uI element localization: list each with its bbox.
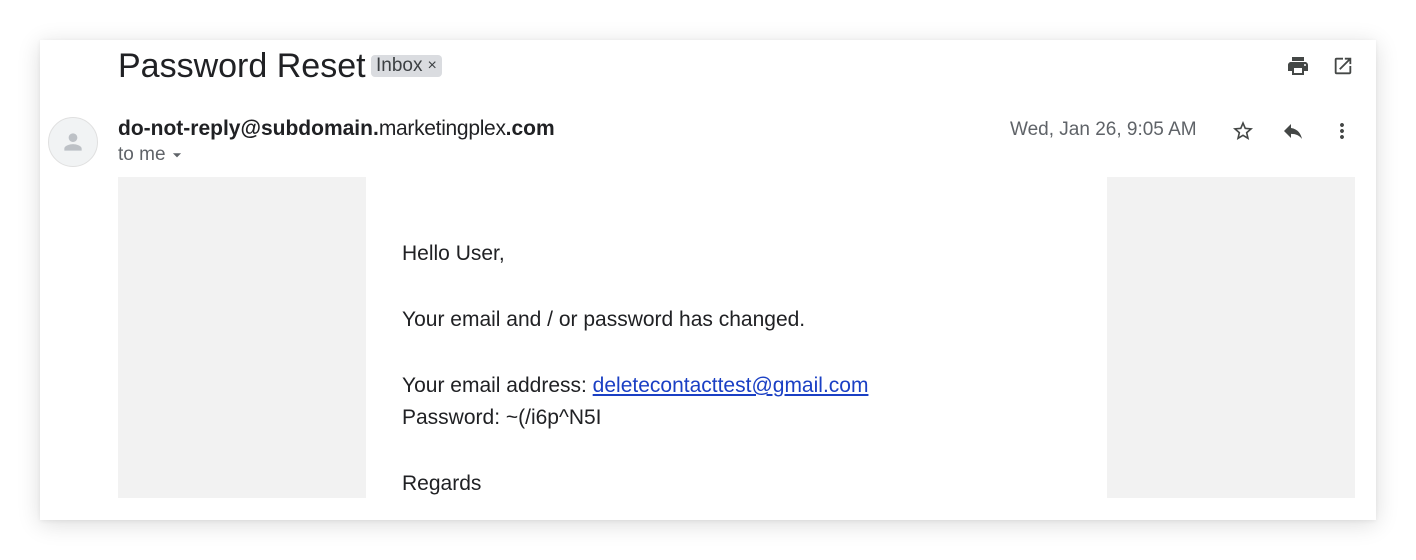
left-gray-panel (118, 177, 366, 498)
sender-address[interactable]: do-not-reply@subdomain.marketingplex.com (118, 117, 555, 141)
sender-address-part2: marketingplex (378, 117, 506, 140)
remove-label-button[interactable]: × (427, 55, 436, 77)
password-text: Password: ~(/i6p^N5I (402, 406, 602, 429)
email-view: Password Reset Inbox × do-not-reply@subd… (40, 40, 1376, 520)
star-icon[interactable] (1229, 117, 1257, 145)
caret-down-icon (172, 153, 181, 158)
closing-text: Regards (402, 472, 482, 495)
sender-address-part4: com (511, 117, 555, 140)
sender-address-part1: do-not-reply@subdomain. (118, 117, 379, 140)
sender-avatar[interactable] (48, 117, 98, 167)
email-subject: Password Reset (118, 47, 366, 85)
open-in-new-window-icon[interactable] (1330, 53, 1356, 79)
email-address-link[interactable]: deletecontacttest@gmail.com (593, 374, 869, 397)
notice-text: Your email and / or password has changed… (402, 308, 806, 331)
label-text: Inbox (376, 55, 423, 76)
person-icon (64, 133, 82, 151)
right-gray-panel (1107, 177, 1355, 498)
recipient-label: to me (118, 144, 166, 165)
message-date: Wed, Jan 26, 9:05 AM (1010, 119, 1197, 140)
email-address-line: Your email address: deletecontacttest@gm… (402, 370, 868, 402)
greeting-text: Hello User, (402, 242, 505, 265)
email-address-label: Your email address: (402, 374, 593, 397)
email-body: Hello User, Your email and / or password… (402, 238, 868, 500)
reply-icon[interactable] (1279, 117, 1307, 145)
inbox-label-chip[interactable]: Inbox × (371, 55, 442, 77)
more-vert-icon[interactable] (1328, 117, 1356, 145)
recipient-toggle[interactable]: to me (118, 144, 184, 166)
print-icon[interactable] (1285, 53, 1311, 79)
